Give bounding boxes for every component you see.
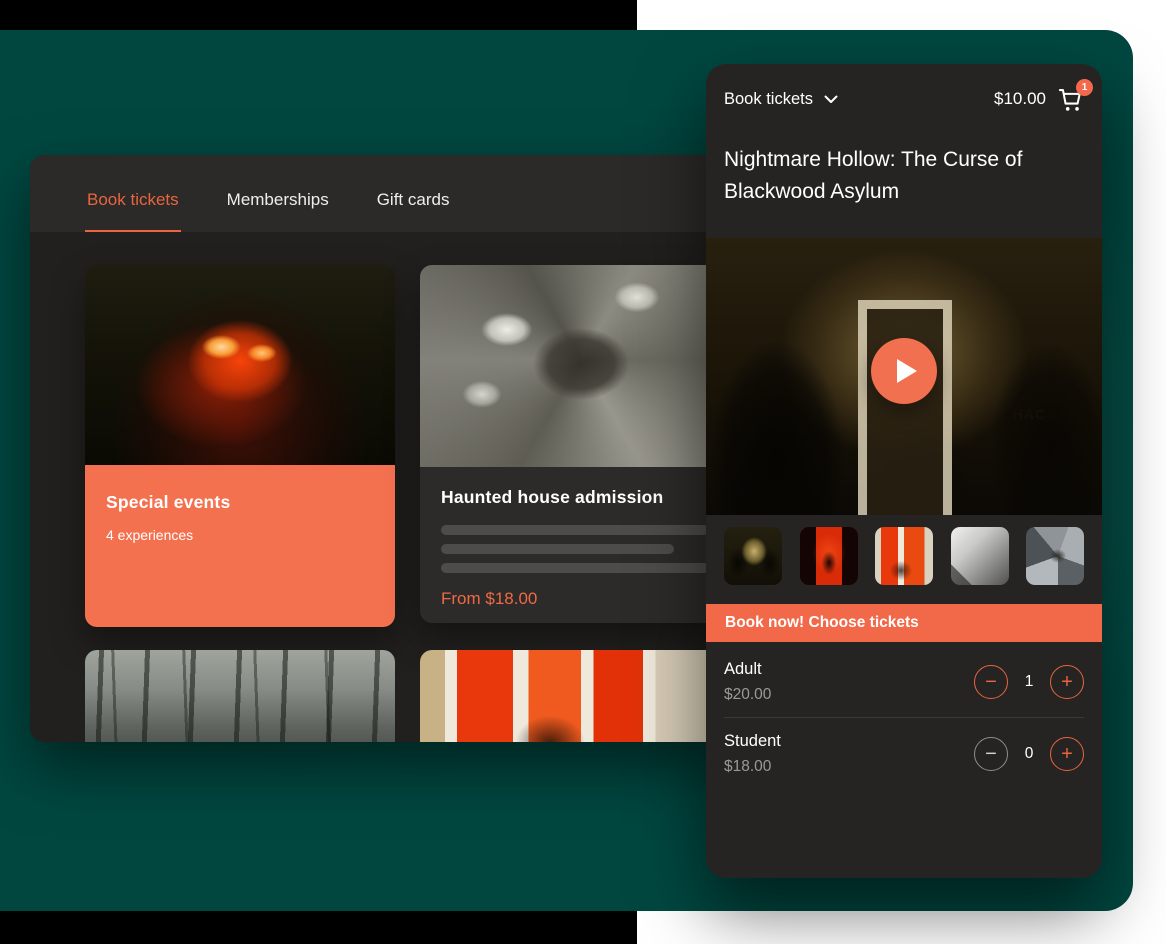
haunted-house-card[interactable]: Haunted house admission From $18.00 bbox=[420, 265, 730, 623]
ticket-count: 1 bbox=[1023, 673, 1035, 691]
card-price: From $18.00 bbox=[441, 589, 709, 609]
thumbnail-dark-room[interactable] bbox=[951, 527, 1009, 585]
ticket-row-adult: Adult $20.00 − 1 + bbox=[724, 646, 1084, 717]
minus-button[interactable]: − bbox=[974, 665, 1008, 699]
chevron-down-icon bbox=[824, 90, 838, 109]
menu-label: Book tickets bbox=[724, 90, 813, 109]
card-subtitle: 4 experiences bbox=[106, 527, 374, 543]
red-windows-card[interactable] bbox=[420, 650, 730, 742]
thumbnail-strip bbox=[706, 527, 1102, 585]
widget-header: Book tickets $10.00 1 bbox=[706, 64, 1102, 134]
cart-area: $10.00 1 bbox=[994, 86, 1084, 113]
foggy-forest-card[interactable] bbox=[85, 650, 395, 742]
thumbnail-red-doorway[interactable] bbox=[800, 527, 858, 585]
ticket-count: 0 bbox=[1023, 745, 1035, 763]
play-button[interactable] bbox=[871, 338, 937, 404]
ticket-info: Student $18.00 bbox=[724, 732, 781, 776]
quantity-stepper: − 1 + bbox=[974, 665, 1084, 699]
ticket-row-student: Student $18.00 − 0 + bbox=[724, 718, 1084, 789]
skeleton-line bbox=[441, 525, 709, 535]
book-now-banner: Book now! Choose tickets bbox=[706, 604, 1102, 642]
ticket-price: $18.00 bbox=[724, 758, 781, 776]
wall-graffiti-text: HAC bbox=[1013, 406, 1046, 422]
plus-button[interactable]: + bbox=[1050, 665, 1084, 699]
storefront-window: Book tickets Memberships Gift cards Spec… bbox=[30, 155, 730, 742]
tab-memberships[interactable]: Memberships bbox=[225, 190, 331, 232]
doorway-shape bbox=[858, 300, 952, 515]
stairwell-image bbox=[420, 265, 730, 467]
storefront-tabbar: Book tickets Memberships Gift cards bbox=[30, 155, 730, 232]
card-title: Special events bbox=[106, 492, 374, 513]
ticket-list: Adult $20.00 − 1 + Student $18.00 − 0 bbox=[706, 646, 1102, 789]
thumbnail-red-windows[interactable] bbox=[875, 527, 933, 585]
cart-count-badge: 1 bbox=[1076, 79, 1093, 96]
skeleton-line bbox=[441, 544, 674, 554]
ticket-info: Adult $20.00 bbox=[724, 660, 771, 704]
special-events-card-body: Special events 4 experiences bbox=[85, 465, 395, 627]
quantity-stepper: − 0 + bbox=[974, 737, 1084, 771]
tab-book-tickets[interactable]: Book tickets bbox=[85, 190, 181, 232]
special-events-card[interactable]: Special events 4 experiences bbox=[85, 265, 395, 627]
event-title: Nightmare Hollow: The Curse of Blackwood… bbox=[706, 134, 1102, 208]
plus-button[interactable]: + bbox=[1050, 737, 1084, 771]
booking-widget-panel: Book tickets $10.00 1 Nightmare Hollow: … bbox=[706, 64, 1102, 878]
ticket-name: Adult bbox=[724, 660, 771, 679]
book-now-label: Book now! Choose tickets bbox=[725, 614, 919, 632]
shopping-cart-icon bbox=[1057, 100, 1084, 117]
event-hero-media: HAC bbox=[706, 238, 1102, 515]
cart-button[interactable]: 1 bbox=[1057, 86, 1084, 113]
marketing-canvas: Book tickets Memberships Gift cards Spec… bbox=[0, 0, 1166, 944]
cart-total: $10.00 bbox=[994, 89, 1046, 109]
thumbnail-stairwell[interactable] bbox=[1026, 527, 1084, 585]
play-icon bbox=[897, 359, 917, 383]
book-tickets-menu[interactable]: Book tickets bbox=[724, 90, 838, 109]
tab-gift-cards[interactable]: Gift cards bbox=[375, 190, 452, 232]
ticket-price: $20.00 bbox=[724, 686, 771, 704]
skeleton-line bbox=[441, 563, 709, 573]
haunted-house-card-body: Haunted house admission From $18.00 bbox=[420, 467, 730, 623]
card-title: Haunted house admission bbox=[441, 487, 709, 508]
thumbnail-zombie-group[interactable] bbox=[724, 527, 782, 585]
ticket-name: Student bbox=[724, 732, 781, 751]
pumpkin-figure-image bbox=[85, 265, 395, 465]
minus-button[interactable]: − bbox=[974, 737, 1008, 771]
